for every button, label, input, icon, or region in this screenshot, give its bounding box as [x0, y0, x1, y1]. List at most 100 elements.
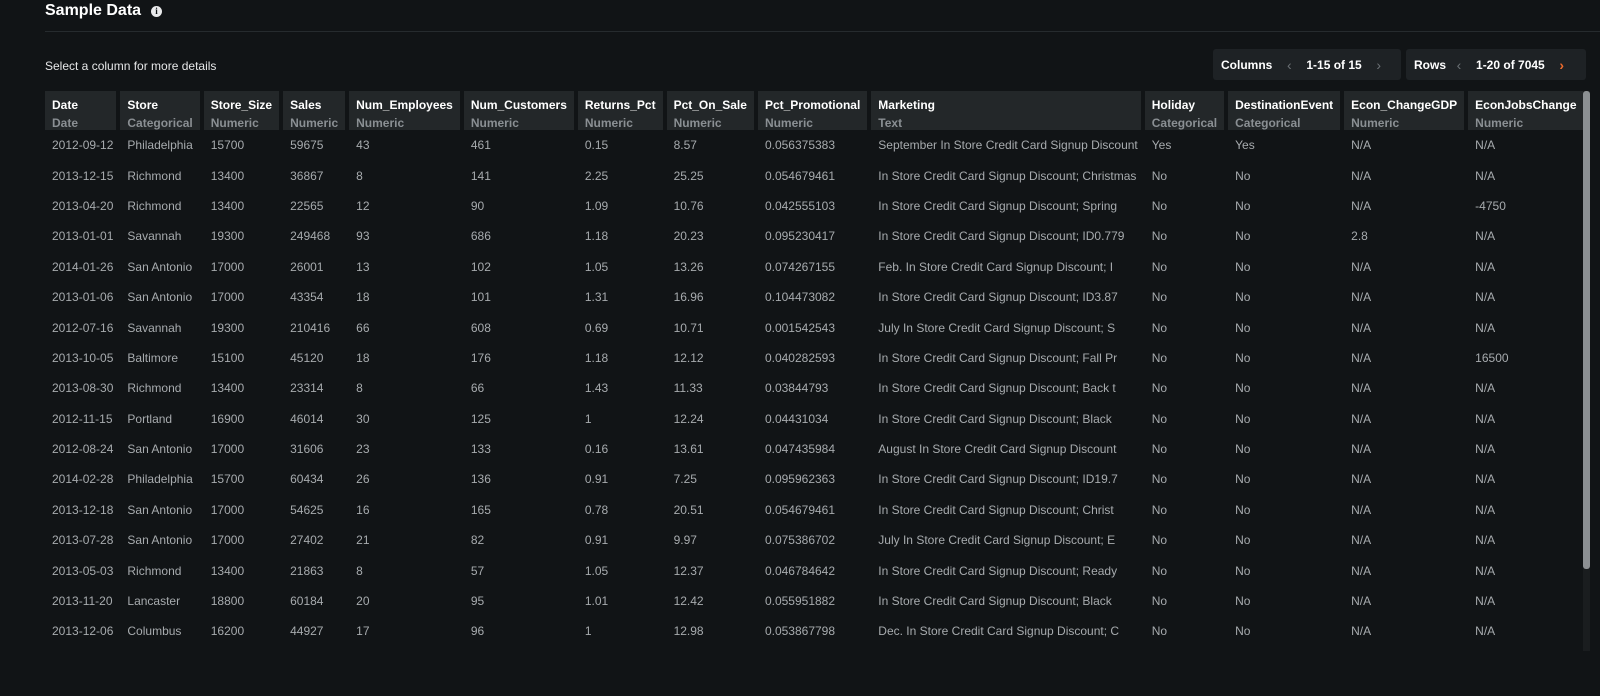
- table-cell: 17: [356, 624, 370, 639]
- column-header[interactable]: DestinationEvent Categorical: [1228, 91, 1345, 130]
- table-row: 2013-07-28 San Antonio 17000 27402 21 82 0.91 9…: [45, 525, 1586, 555]
- table-cell: N/A: [1351, 594, 1372, 609]
- table-cell: San Antonio: [127, 442, 193, 457]
- table-cell: 54625: [290, 502, 324, 517]
- table-cell: 0.047435984: [764, 442, 836, 457]
- table-cell: 0.104473082: [764, 290, 836, 305]
- column-name: Returns_Pct: [584, 98, 656, 112]
- table-cell: 27402: [290, 533, 324, 548]
- column-header[interactable]: Num_Customers Numeric: [463, 91, 578, 130]
- table-cell: No: [1151, 259, 1168, 274]
- table-cell: 15700: [210, 138, 245, 153]
- table-cell: 20.51: [673, 502, 704, 517]
- table-cell: 2014-01-26: [52, 259, 114, 274]
- table-cell: N/A: [1351, 563, 1372, 578]
- table-cell: 13: [356, 259, 370, 274]
- table-cell: Feb. In Store Credit Card Signup Discoun…: [878, 259, 1114, 274]
- table-cell: Baltimore: [127, 350, 179, 365]
- table-cell: N/A: [1351, 533, 1372, 548]
- column-type: Date: [52, 116, 79, 130]
- table-cell: Richmond: [127, 198, 182, 213]
- table-cell: In Store Credit Card Signup Discount; ID…: [878, 290, 1118, 305]
- table-cell: N/A: [1351, 350, 1372, 365]
- column-header[interactable]: EconJobsChange Numeric: [1468, 91, 1586, 130]
- table-cell: N/A: [1475, 624, 1496, 639]
- table-cell: 66: [356, 320, 370, 335]
- table-cell: 57: [470, 563, 485, 578]
- table-cell: 8: [356, 381, 363, 396]
- table-cell: No: [1151, 472, 1168, 487]
- table-cell: 16500: [1475, 350, 1509, 365]
- table-cell: Richmond: [127, 381, 182, 396]
- table-cell: 18: [356, 350, 370, 365]
- table-cell: N/A: [1351, 198, 1372, 213]
- column-type: Numeric: [764, 116, 813, 130]
- table-cell: 13400: [210, 563, 245, 578]
- table-cell: 9.97: [673, 533, 697, 548]
- column-header[interactable]: Returns_Pct Numeric: [577, 91, 667, 130]
- table-cell: No: [1151, 168, 1168, 183]
- table-cell: N/A: [1475, 502, 1496, 517]
- table-cell: No: [1235, 411, 1251, 426]
- column-header[interactable]: Num_Employees Numeric: [349, 91, 464, 130]
- table-cell: N/A: [1351, 442, 1372, 457]
- table-cell: No: [1235, 168, 1251, 183]
- rows-prev-chevron-icon[interactable]: ‹: [1448, 57, 1470, 73]
- table-cell: 36867: [290, 168, 324, 183]
- table-cell: 90: [470, 198, 485, 213]
- column-type: Numeric: [673, 116, 722, 130]
- column-type: Numeric: [584, 116, 633, 130]
- table-cell: 141: [470, 168, 491, 183]
- column-header[interactable]: Sales Numeric: [283, 91, 350, 130]
- table-cell: In Store Credit Card Signup Discount; Re…: [878, 563, 1118, 578]
- table-cell: 1.05: [584, 259, 609, 274]
- column-header[interactable]: Pct_Promotional Numeric: [757, 91, 872, 130]
- table-cell: 22565: [290, 198, 324, 213]
- table-row: 2013-05-03 Richmond 13400 21863 8 57 1.05 12.37…: [45, 555, 1586, 585]
- column-header[interactable]: Date Date: [45, 91, 121, 130]
- divider: [45, 31, 1600, 32]
- table-cell: 18800: [210, 594, 245, 609]
- table-cell: No: [1151, 320, 1168, 335]
- table-cell: No: [1151, 624, 1168, 639]
- table-cell: No: [1235, 381, 1251, 396]
- table-cell: 16200: [210, 624, 245, 639]
- table-cell: 0.054679461: [764, 168, 836, 183]
- column-header[interactable]: Econ_ChangeGDP Numeric: [1344, 91, 1469, 130]
- table-row: 2013-01-06 San Antonio 17000 43354 18 101 1.31…: [45, 282, 1586, 312]
- table-cell: 210416: [290, 320, 331, 335]
- column-name: Econ_ChangeGDP: [1351, 98, 1458, 112]
- column-header[interactable]: Store Categorical: [120, 91, 204, 130]
- columns-next-chevron-icon[interactable]: ›: [1368, 57, 1390, 73]
- info-icon[interactable]: i: [151, 5, 163, 17]
- column-header[interactable]: Holiday Categorical: [1144, 91, 1229, 130]
- table-cell: San Antonio: [127, 259, 193, 274]
- table-cell: N/A: [1351, 381, 1372, 396]
- column-header[interactable]: Pct_On_Sale Numeric: [666, 91, 758, 130]
- column-type: Categorical: [1151, 116, 1218, 130]
- table-cell: 18: [356, 290, 370, 305]
- column-header[interactable]: Store_Size Numeric: [203, 91, 284, 130]
- table-cell: N/A: [1475, 594, 1496, 609]
- column-header[interactable]: Marketing Text: [871, 91, 1145, 130]
- table-row: 2012-09-12 Philadelphia 15700 59675 43 461 0.1…: [45, 130, 1586, 160]
- table-cell: N/A: [1475, 138, 1496, 153]
- column-type: Text: [878, 116, 903, 130]
- table-cell: No: [1235, 563, 1251, 578]
- table-cell: No: [1235, 350, 1251, 365]
- table-cell: 165: [470, 502, 491, 517]
- rows-next-chevron-icon[interactable]: ›: [1551, 57, 1573, 73]
- table-cell: N/A: [1475, 563, 1496, 578]
- table-cell: 461: [470, 138, 491, 153]
- table-cell: No: [1235, 229, 1251, 244]
- table-cell: July In Store Credit Card Signup Discoun…: [878, 533, 1116, 548]
- table-cell: 12.98: [673, 624, 704, 639]
- table-cell: No: [1151, 594, 1168, 609]
- table-cell: 12: [356, 198, 370, 213]
- vertical-scrollbar-thumb[interactable]: [1583, 91, 1590, 569]
- column-name: Num_Customers: [470, 98, 567, 112]
- table-cell: No: [1235, 442, 1251, 457]
- table-cell: N/A: [1475, 229, 1496, 244]
- table-cell: 13.26: [673, 259, 704, 274]
- columns-prev-chevron-icon[interactable]: ‹: [1278, 57, 1300, 73]
